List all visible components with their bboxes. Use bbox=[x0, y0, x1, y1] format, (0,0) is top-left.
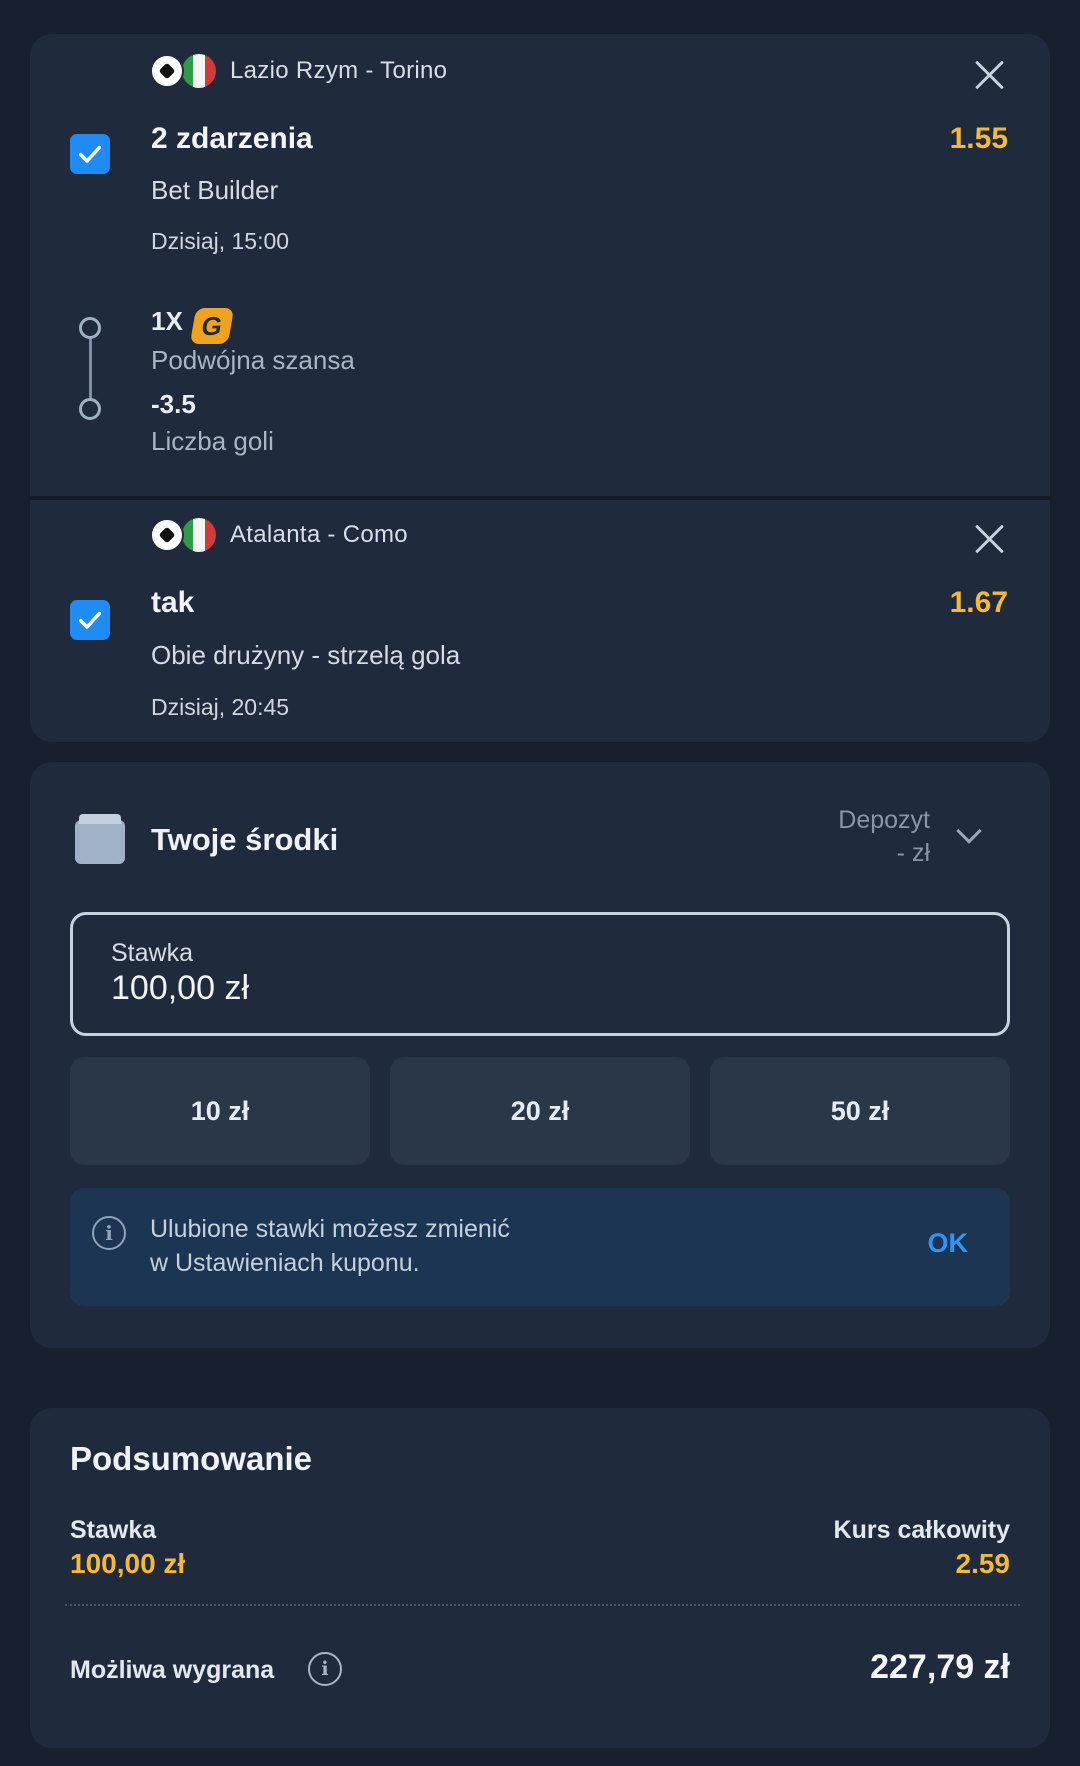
event-time: Dzisiaj, 15:00 bbox=[151, 228, 290, 254]
quick-stake-10-button[interactable]: 10 zł bbox=[70, 1057, 370, 1165]
italy-flag-icon bbox=[180, 52, 218, 90]
info-line: Ulubione stawki możesz zmienić bbox=[150, 1215, 510, 1243]
deposit-value: - zł bbox=[896, 839, 930, 867]
summary-card: Podsumowanie Stawka 100,00 zł Kurs całko… bbox=[30, 1408, 1050, 1748]
dotted-divider bbox=[65, 1604, 1020, 1606]
deposit-label: Depozyt bbox=[838, 806, 930, 834]
leg-value: 1X bbox=[151, 306, 183, 336]
funds-card: Twoje środki Depozyt - zł Stawka 100,00 … bbox=[30, 762, 1050, 1348]
info-icon[interactable]: i bbox=[308, 1652, 342, 1686]
total-odds-label: Kurs całkowity bbox=[833, 1516, 1010, 1544]
selection-title: 2 zdarzenia bbox=[151, 122, 313, 155]
info-icon: i bbox=[92, 1216, 126, 1250]
total-odds-value: 2.59 bbox=[955, 1548, 1011, 1579]
event-time: Dzisiaj, 20:45 bbox=[151, 694, 290, 720]
wallet-icon bbox=[75, 814, 125, 864]
betslip-selections-card: Lazio Rzym - Torino 2 zdarzenia 1.55 Bet… bbox=[30, 34, 1050, 742]
leg-dot bbox=[79, 398, 101, 420]
summary-stake-label: Stawka bbox=[70, 1516, 157, 1544]
bet-item-2: Atalanta - Como tak 1.67 Obie drużyny - … bbox=[30, 500, 1050, 742]
quick-stake-chips: 10 zł 20 zł 50 zł bbox=[70, 1057, 1010, 1165]
close-icon[interactable] bbox=[970, 54, 1010, 94]
bet-item-1: Lazio Rzym - Torino 2 zdarzenia 1.55 Bet… bbox=[30, 34, 1050, 496]
leg-value: -3.5 bbox=[151, 389, 196, 419]
info-ok-button[interactable]: OK bbox=[928, 1228, 969, 1259]
close-icon[interactable] bbox=[970, 518, 1010, 558]
quick-stake-20-button[interactable]: 20 zł bbox=[390, 1057, 690, 1165]
selection-title: tak bbox=[151, 586, 195, 619]
info-text: Ulubione stawki możesz zmienić w Ustawie… bbox=[150, 1212, 510, 1280]
match-name: Atalanta - Como bbox=[230, 521, 408, 548]
checkbox-checked-icon[interactable] bbox=[70, 600, 110, 640]
football-icon bbox=[150, 518, 184, 552]
checkbox-checked-icon[interactable] bbox=[70, 134, 110, 174]
quick-stake-50-button[interactable]: 50 zł bbox=[710, 1057, 1010, 1165]
match-header: Atalanta - Como bbox=[150, 516, 408, 554]
leg-name: Liczba goli bbox=[151, 426, 274, 456]
leg-dot bbox=[79, 317, 101, 339]
info-line: w Ustawieniach kuponu. bbox=[150, 1249, 420, 1277]
summary-stake-value: 100,00 zł bbox=[70, 1548, 186, 1579]
market-name: Obie drużyny - strzelą gola bbox=[151, 640, 461, 670]
stake-input[interactable]: Stawka 100,00 zł bbox=[70, 912, 1010, 1036]
italy-flag-icon bbox=[180, 516, 218, 554]
selection-odds: 1.67 bbox=[949, 586, 1008, 619]
deposit-info[interactable]: Depozyt - zł bbox=[838, 804, 930, 870]
stake-value: 100,00 zł bbox=[111, 969, 249, 1007]
match-header: Lazio Rzym - Torino bbox=[150, 52, 447, 90]
selection-odds: 1.55 bbox=[949, 122, 1008, 155]
chevron-down-icon[interactable] bbox=[956, 818, 982, 844]
info-banner: i Ulubione stawki możesz zmienić w Ustaw… bbox=[70, 1188, 1010, 1306]
market-name: Bet Builder bbox=[151, 175, 279, 205]
stake-label: Stawka bbox=[111, 939, 193, 967]
funds-title: Twoje środki bbox=[151, 822, 339, 857]
match-name: Lazio Rzym - Torino bbox=[230, 57, 448, 84]
football-icon bbox=[150, 54, 184, 88]
g-badge-icon: G bbox=[189, 308, 235, 344]
leg-name: Podwójna szansa bbox=[151, 345, 355, 375]
possible-win-label: Możliwa wygrana bbox=[70, 1656, 275, 1684]
possible-win-value: 227,79 zł bbox=[870, 1648, 1010, 1686]
summary-title: Podsumowanie bbox=[70, 1440, 313, 1477]
